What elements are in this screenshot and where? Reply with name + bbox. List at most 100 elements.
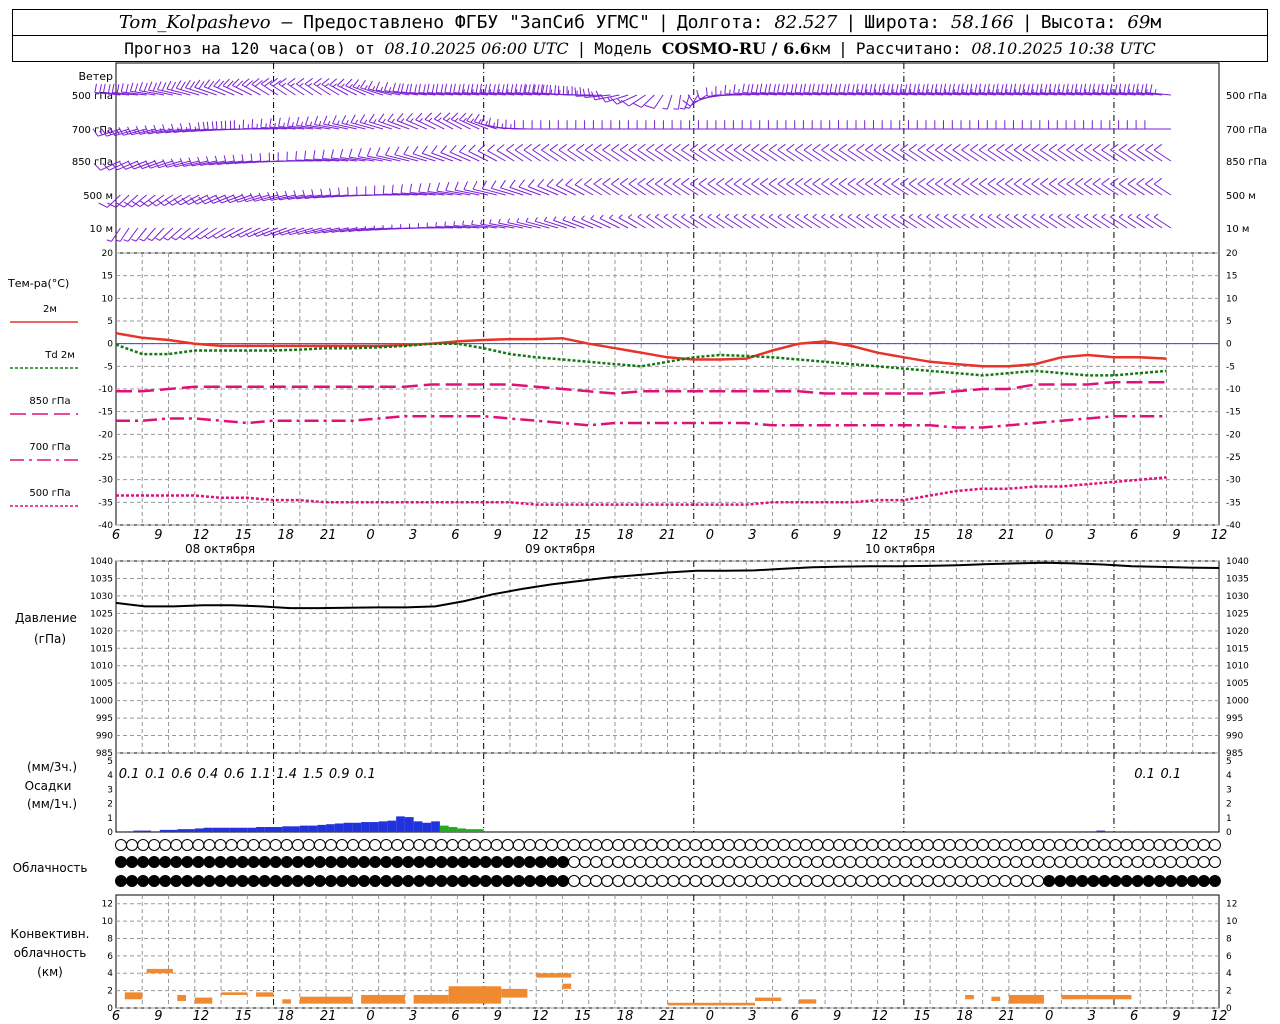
wind-barb xyxy=(786,177,804,196)
pressure-title: Давление xyxy=(15,611,77,625)
wind-barb xyxy=(593,177,611,196)
cloud-symbol xyxy=(280,839,293,851)
wind-barb xyxy=(829,143,848,162)
temp-tick-left: 10 xyxy=(102,294,114,304)
conv-tick-right: 0 xyxy=(1226,1004,1232,1014)
cloud-symbol xyxy=(711,875,724,887)
cloud-symbol xyxy=(579,875,592,887)
cloud-symbol xyxy=(258,856,271,868)
wind-barb xyxy=(468,144,489,162)
cloud-symbol xyxy=(678,856,691,868)
x-tick-label-bottom: 18 xyxy=(956,1009,973,1024)
cloud-symbol xyxy=(1010,839,1023,851)
cloud-symbol xyxy=(380,839,393,851)
temp-tick-right: -10 xyxy=(1226,385,1241,395)
precip-bar xyxy=(247,827,257,832)
wind-barb xyxy=(741,120,769,130)
wind-barb xyxy=(663,143,681,162)
wind-barb xyxy=(321,78,340,96)
cloud-symbol xyxy=(678,875,691,887)
wind-barb xyxy=(566,120,594,130)
pressure-tick-left: 990 xyxy=(96,732,113,742)
conv-bar xyxy=(1061,994,1132,1000)
wind-barb xyxy=(637,177,655,196)
cloud-symbol xyxy=(1186,856,1199,868)
wind-barb xyxy=(156,194,182,207)
temp-tick-right: -30 xyxy=(1226,476,1241,486)
wind-barb xyxy=(776,120,804,130)
temp-tick-right: -5 xyxy=(1226,362,1235,372)
x-tick-label-bottom: 6 xyxy=(451,1009,459,1024)
wind-barb xyxy=(459,112,480,130)
cloud-symbol xyxy=(557,875,569,887)
temp-tick-left: 15 xyxy=(102,272,113,282)
cloud-symbol xyxy=(689,875,702,887)
x-tick-label: 15 xyxy=(574,528,591,543)
precip-bar xyxy=(299,825,309,832)
cloud-symbol xyxy=(1065,875,1078,887)
cloud-symbol xyxy=(943,839,956,851)
x-tick-label: 12 xyxy=(871,528,888,543)
cloud-symbol xyxy=(1131,875,1144,887)
cloud-symbol xyxy=(722,856,735,868)
wind-barb xyxy=(663,177,681,196)
cloud-symbol xyxy=(800,839,813,851)
conv-unit: (км) xyxy=(37,965,63,979)
cloud-symbol xyxy=(932,875,945,887)
x-tick-label-bottom: 18 xyxy=(617,1009,634,1024)
temp-legend-label: Td 2м xyxy=(44,350,75,361)
wind-barb xyxy=(847,143,865,162)
wind-barb xyxy=(673,94,682,110)
cloud-symbol xyxy=(236,875,249,887)
cloud-symbol xyxy=(523,875,536,887)
x-day-label: 09 октября xyxy=(525,542,595,556)
conv-tick-left: 12 xyxy=(102,900,113,910)
cloud-symbol xyxy=(225,875,238,887)
conv-tick-left: 6 xyxy=(107,952,113,962)
cloud-symbol xyxy=(1087,839,1100,851)
wind-barb xyxy=(821,143,839,162)
wind-barb xyxy=(1136,143,1154,162)
wind-barb xyxy=(689,177,708,196)
cloud-symbol xyxy=(921,856,934,868)
wind-barb xyxy=(681,177,699,196)
cloud-symbol xyxy=(413,875,426,887)
temp-tick-right: 15 xyxy=(1226,272,1237,282)
cloud-symbol xyxy=(214,839,227,851)
cloud-symbol xyxy=(479,856,492,868)
cloud-symbol xyxy=(1109,875,1122,887)
wind-barb xyxy=(961,143,979,162)
wind-barb xyxy=(628,143,646,162)
wind-barb xyxy=(996,143,1014,162)
wind-barb xyxy=(1153,213,1172,229)
cloud-symbol xyxy=(722,875,735,887)
conv-bar xyxy=(798,999,817,1004)
cloud-symbol xyxy=(612,839,625,851)
cloud-symbol xyxy=(137,875,150,887)
cloud-symbol xyxy=(115,875,127,887)
wind-level-label: 850 гПа xyxy=(72,157,113,168)
conv-bar xyxy=(991,996,1001,1002)
wind-barb xyxy=(296,77,314,96)
cloud-symbol xyxy=(568,856,581,868)
temp-tick-left: 0 xyxy=(107,340,113,350)
wind-barb xyxy=(549,143,568,162)
cloud-symbol xyxy=(1197,856,1210,868)
pressure-tick-left: 1035 xyxy=(90,574,113,584)
wind-barb xyxy=(541,143,559,162)
cloud-symbol xyxy=(1032,839,1045,851)
wind-barb xyxy=(1145,177,1163,196)
x-tick-label-bottom: 21 xyxy=(999,1009,1016,1024)
precip-bar xyxy=(1078,831,1088,832)
wind-level-label-right: 10 м xyxy=(1226,224,1249,235)
cloud-symbol xyxy=(126,875,139,887)
x-tick-label-bottom: 15 xyxy=(574,1009,591,1024)
wind-barb xyxy=(794,120,821,130)
cloud-symbol xyxy=(369,875,382,887)
cloud-symbol xyxy=(811,875,824,887)
wind-barb xyxy=(1021,120,1049,130)
x-tick-label-bottom: 9 xyxy=(154,1009,162,1024)
wind-barb xyxy=(1030,120,1058,130)
conv-bar xyxy=(146,968,173,974)
cloud-symbol xyxy=(999,875,1011,887)
